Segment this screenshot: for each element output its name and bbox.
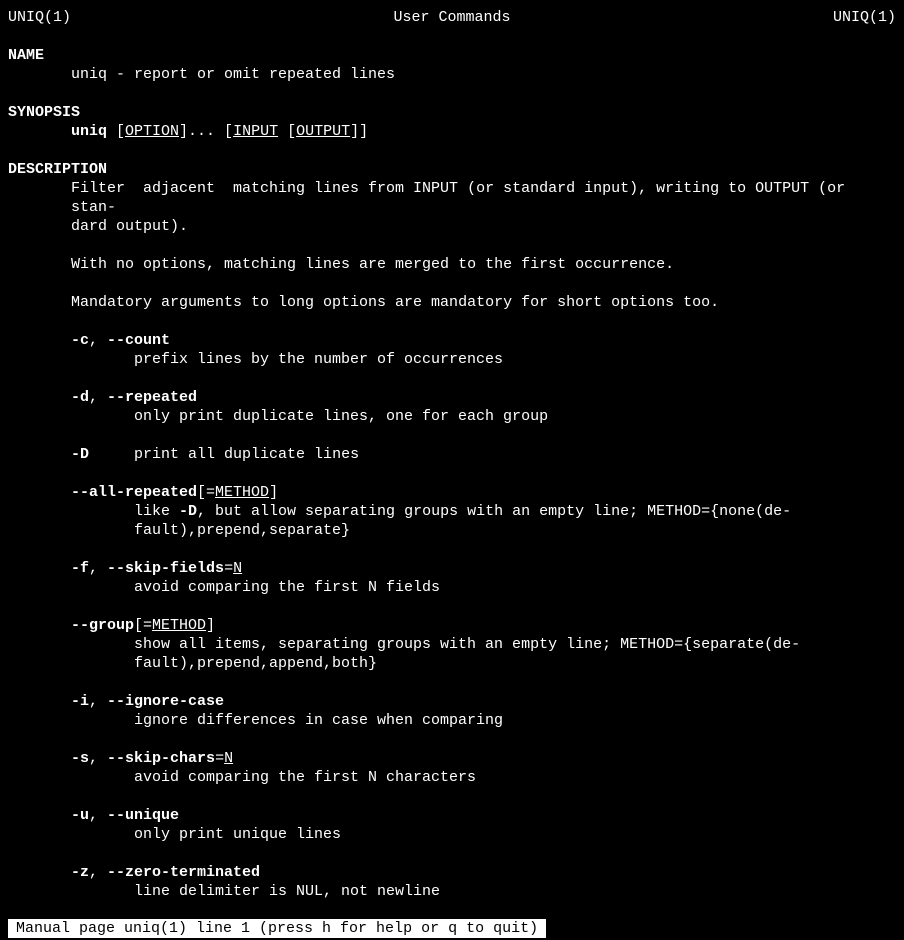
- option-group: --group[=METHOD]: [8, 616, 896, 635]
- description-p1b: dard output).: [8, 217, 896, 236]
- option-d-desc: only print duplicate lines, one for each…: [8, 407, 896, 426]
- description-p1a: Filter adjacent matching lines from INPU…: [8, 179, 896, 217]
- header-center: User Commands: [393, 8, 510, 27]
- section-description-heading: DESCRIPTION: [8, 160, 896, 179]
- option-s: -s, --skip-chars=N: [8, 749, 896, 768]
- synopsis-option: OPTION: [125, 123, 179, 140]
- synopsis-line: uniq [OPTION]... [INPUT [OUTPUT]]: [8, 122, 896, 141]
- synopsis-input: INPUT: [233, 123, 278, 140]
- section-synopsis-heading: SYNOPSIS: [8, 103, 896, 122]
- option-all-repeated: --all-repeated[=METHOD]: [8, 483, 896, 502]
- option-all-repeated-desc: like -D, but allow separating groups wit…: [8, 502, 896, 521]
- option-d: -d, --repeated: [8, 388, 896, 407]
- header-left: UNIQ(1): [8, 8, 71, 27]
- option-i-desc: ignore differences in case when comparin…: [8, 711, 896, 730]
- option-u: -u, --unique: [8, 806, 896, 825]
- option-z: -z, --zero-terminated: [8, 863, 896, 882]
- option-f-desc: avoid comparing the first N fields: [8, 578, 896, 597]
- synopsis-output: OUTPUT: [296, 123, 350, 140]
- option-group-desc: show all items, separating groups with a…: [8, 635, 896, 654]
- option-c: -c, --count: [8, 331, 896, 350]
- option-s-desc: avoid comparing the first N characters: [8, 768, 896, 787]
- option-z-desc: line delimiter is NUL, not newline: [8, 882, 896, 901]
- man-header: UNIQ(1) User Commands UNIQ(1): [8, 8, 896, 27]
- description-p3: Mandatory arguments to long options are …: [8, 293, 896, 312]
- section-name-heading: NAME: [8, 46, 896, 65]
- option-D-desc: print all duplicate lines: [134, 446, 359, 463]
- option-i: -i, --ignore-case: [8, 692, 896, 711]
- option-c-desc: prefix lines by the number of occurrence…: [8, 350, 896, 369]
- header-right: UNIQ(1): [833, 8, 896, 27]
- synopsis-cmd: uniq: [71, 123, 107, 140]
- option-u-desc: only print unique lines: [8, 825, 896, 844]
- option-D: -D print all duplicate lines: [8, 445, 896, 464]
- section-name-text: uniq - report or omit repeated lines: [8, 65, 896, 84]
- description-p2: With no options, matching lines are merg…: [8, 255, 896, 274]
- option-f: -f, --skip-fields=N: [8, 559, 896, 578]
- pager-status-bar[interactable]: Manual page uniq(1) line 1 (press h for …: [8, 919, 546, 938]
